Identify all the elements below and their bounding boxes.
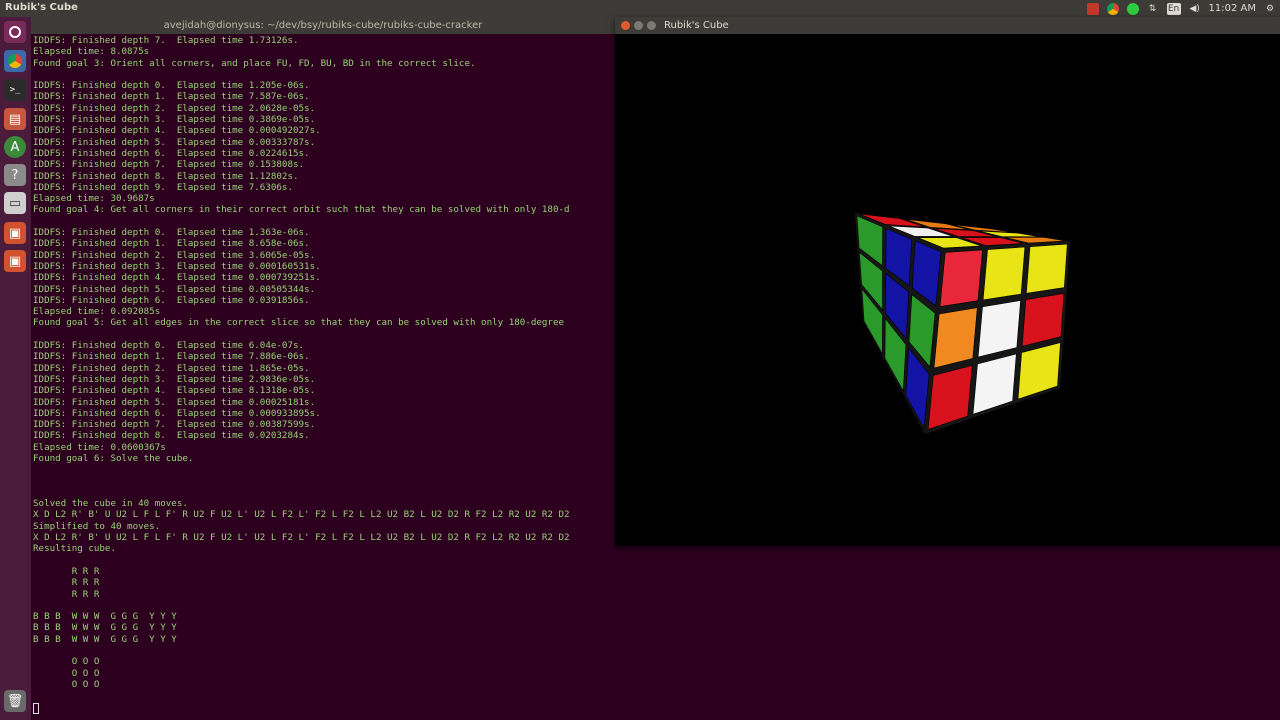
cube-right-face-sticker: [1025, 243, 1068, 294]
terminal-line: IDDFS: Finished depth 2. Elapsed time 1.…: [33, 362, 310, 374]
terminal-line: IDDFS: Finished depth 1. Elapsed time 8.…: [33, 238, 310, 250]
terminal-line: Elapsed time: 0.0600367s: [33, 441, 166, 453]
software-updater-icon[interactable]: A: [4, 136, 26, 158]
terminal-line: IDDFS: Finished depth 2. Elapsed time 3.…: [33, 249, 316, 261]
terminal-line: IDDFS: Finished depth 8. Elapsed time 0.…: [33, 430, 310, 442]
volume-icon[interactable]: ◀): [1189, 3, 1201, 15]
terminal-line: IDDFS: Finished depth 3. Elapsed time 0.…: [33, 260, 321, 272]
cube-right-face-sticker: [982, 246, 1026, 301]
gear-icon[interactable]: ⚙: [1264, 3, 1276, 15]
terminal-line: IDDFS: Finished depth 2. Elapsed time 2.…: [33, 102, 316, 114]
terminal-line: IDDFS: Finished depth 0. Elapsed time 1.…: [33, 80, 310, 92]
terminal-line: IDDFS: Finished depth 5. Elapsed time 0.…: [33, 396, 316, 408]
terminal-line: IDDFS: Finished depth 4. Elapsed time 8.…: [33, 385, 316, 397]
rubik-title-bar[interactable]: Rubik's Cube: [615, 17, 1280, 34]
terminal-line: R R R: [33, 588, 100, 600]
terminal-line: IDDFS: Finished depth 6. Elapsed time 0.…: [33, 147, 310, 159]
drive-icon[interactable]: ▭: [4, 192, 26, 214]
terminal-line: IDDFS: Finished depth 7. Elapsed time 1.…: [33, 35, 299, 46]
terminal-line: IDDFS: Finished depth 7. Elapsed time 0.…: [33, 419, 316, 431]
network-icon[interactable]: ⇅: [1147, 3, 1159, 15]
active-app-title: Rubik's Cube: [5, 2, 78, 13]
terminal-line: Solved the cube in 40 moves.: [33, 498, 188, 510]
terminal-cursor: [33, 703, 39, 714]
terminal-line: Found goal 6: Solve the cube.: [33, 452, 194, 464]
terminal-line: O O O: [33, 667, 100, 679]
terminal-title-bar[interactable]: avejidah@dionysus: ~/dev/bsy/rubiks-cube…: [31, 17, 615, 34]
terminal-line: Elapsed time: 8.0875s: [33, 46, 150, 58]
rubik-window[interactable]: Rubik's Cube: [615, 17, 1280, 546]
launcher: >_ ▤ A ? ▭ ▣ ▣ 🗑: [0, 17, 31, 720]
terminal-line: IDDFS: Finished depth 3. Elapsed time 2.…: [33, 373, 316, 385]
clock[interactable]: 11:02 AM: [1209, 3, 1256, 14]
files-icon[interactable]: ▤: [4, 108, 26, 130]
terminal-line: IDDFS: Finished depth 8. Elapsed time 1.…: [33, 170, 299, 182]
terminal-line: Elapsed time: 30.9687s: [33, 193, 155, 205]
terminal-line: IDDFS: Finished depth 6. Elapsed time 0.…: [33, 407, 321, 419]
terminal-line: O O O: [33, 678, 100, 690]
chrome-icon[interactable]: [1106, 2, 1119, 15]
terminal-line: Elapsed time: 0.092085s: [33, 306, 161, 318]
terminal-line: X D L2 R' B' U U2 L F L F' R U2 F U2 L' …: [33, 509, 570, 521]
cube-right-face-sticker: [939, 249, 983, 307]
terminal-title: avejidah@dionysus: ~/dev/bsy/rubiks-cube…: [163, 20, 483, 31]
terminal-icon[interactable]: >_: [4, 79, 26, 101]
terminal-line: IDDFS: Finished depth 0. Elapsed time 6.…: [33, 340, 305, 352]
camera-icon[interactable]: [1086, 2, 1099, 15]
status-icon[interactable]: [1126, 2, 1139, 15]
minimize-icon[interactable]: [634, 21, 643, 30]
terminal-line: Resulting cube.: [33, 543, 116, 555]
terminal-line: X D L2 R' B' U U2 L F L F' R U2 F U2 L' …: [33, 532, 570, 544]
rubik-window-title: Rubik's Cube: [664, 20, 729, 31]
maximize-icon[interactable]: [647, 21, 656, 30]
terminal-output: IDDFS: Finished depth 7. Elapsed time 1.…: [33, 35, 570, 690]
terminal-line: IDDFS: Finished depth 3. Elapsed time 0.…: [33, 114, 316, 126]
terminal-line: Simplified to 40 moves.: [33, 520, 161, 532]
terminal-line: IDDFS: Finished depth 4. Elapsed time 0.…: [33, 125, 321, 137]
terminal-line: R R R: [33, 565, 100, 577]
terminal-line: IDDFS: Finished depth 1. Elapsed time 7.…: [33, 91, 310, 103]
terminal-line: IDDFS: Finished depth 6. Elapsed time 0.…: [33, 294, 310, 306]
rubiks-cube-view[interactable]: [615, 34, 1280, 546]
software-center-icon[interactable]: ▣: [4, 222, 26, 244]
terminal-line: IDDFS: Finished depth 0. Elapsed time 1.…: [33, 227, 310, 239]
terminal-line: IDDFS: Finished depth 7. Elapsed time 0.…: [33, 159, 305, 171]
top-panel: Rubik's Cube ⇅ En ◀) 11:02 AM ⚙: [0, 0, 1280, 17]
terminal-line: IDDFS: Finished depth 5. Elapsed time 0.…: [33, 283, 316, 295]
cube-right-face-sticker: [933, 307, 978, 369]
terminal-line: Found goal 4: Get all corners in their c…: [33, 204, 570, 216]
keyboard-layout-icon[interactable]: En: [1166, 2, 1181, 15]
terminal-line: Found goal 5: Get all edges in the corre…: [33, 317, 565, 329]
software-center-icon-2[interactable]: ▣: [4, 250, 26, 272]
help-icon[interactable]: ?: [4, 164, 26, 186]
system-tray: ⇅ En ◀) 11:02 AM ⚙: [1086, 1, 1276, 16]
trash-icon[interactable]: 🗑: [4, 690, 26, 712]
terminal-line: IDDFS: Finished depth 1. Elapsed time 7.…: [33, 351, 310, 363]
terminal-line: IDDFS: Finished depth 9. Elapsed time 7.…: [33, 181, 293, 193]
terminal-line: B B B W W W G G G Y Y Y: [33, 611, 177, 623]
ubuntu-dash-icon[interactable]: [4, 21, 26, 43]
terminal-line: O O O: [33, 656, 100, 668]
rubiks-cube: [855, 213, 1070, 434]
terminal-line: B B B W W W G G G Y Y Y: [33, 622, 177, 634]
chrome-icon[interactable]: [4, 50, 26, 72]
close-icon[interactable]: [621, 21, 630, 30]
terminal-line: B B B W W W G G G Y Y Y: [33, 633, 177, 645]
terminal-line: Found goal 3: Orient all corners, and pl…: [33, 57, 476, 69]
terminal-line: R R R: [33, 577, 100, 589]
terminal-line: IDDFS: Finished depth 5. Elapsed time 0.…: [33, 136, 316, 148]
terminal-line: IDDFS: Finished depth 4. Elapsed time 0.…: [33, 272, 321, 284]
